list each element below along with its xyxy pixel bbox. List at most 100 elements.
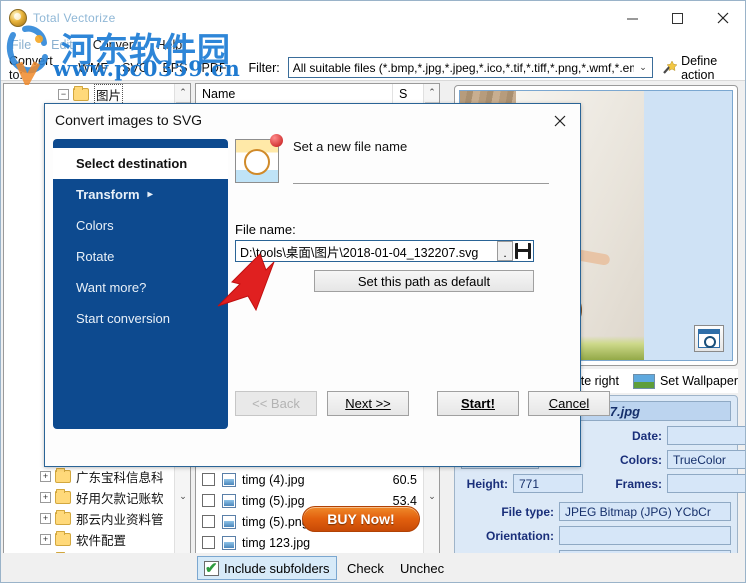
next-button[interactable]: Next >>	[327, 391, 409, 416]
format-eps-button[interactable]: EPS	[162, 61, 187, 75]
property-value-colors[interactable]: TrueColor	[667, 450, 745, 469]
convert-to-label: Convert to:	[9, 53, 53, 82]
menu-item-edit[interactable]: Edit	[41, 35, 83, 55]
sidebar-item-label: Want more?	[76, 280, 147, 295]
tree-item-0[interactable]: + 广东宝科信息科	[4, 466, 190, 487]
file-checkbox[interactable]	[202, 536, 215, 549]
include-subfolders-label: Include subfolders	[224, 560, 330, 576]
tree-root-row[interactable]: − 图片	[4, 84, 190, 105]
zoom-preview-icon[interactable]	[694, 325, 724, 352]
check-button[interactable]: Check	[341, 556, 390, 580]
uncheck-button[interactable]: Unchec	[394, 556, 450, 580]
dialog-body: Set a new file name File name: D:\tools\…	[235, 134, 610, 424]
dialog-sidebar: Select destination Transform ▸ Colors Ro…	[53, 139, 228, 429]
property-row-height: Height: 771	[461, 474, 583, 493]
file-checkbox[interactable]	[202, 515, 215, 528]
tree-item-3[interactable]: + 软件配置	[4, 529, 190, 550]
format-wmf-button[interactable]: WMF	[78, 61, 108, 75]
save-disk-icon[interactable]	[515, 243, 531, 259]
close-button[interactable]	[700, 2, 745, 34]
file-row[interactable]: timg (4).jpg 60.5	[196, 469, 424, 490]
back-button-label: << Back	[252, 396, 300, 411]
include-subfolders-toggle[interactable]: Include subfolders	[197, 556, 337, 580]
tree-item-label: 好用欠款记账软	[76, 492, 164, 506]
format-pdf-button[interactable]: PDF	[201, 61, 226, 75]
sidebar-item-colors[interactable]: Colors	[53, 210, 228, 241]
filter-label: Filter:	[248, 60, 280, 75]
property-row-date: Date:	[595, 426, 745, 445]
property-row-colors: Colors: TrueColor	[595, 450, 745, 469]
tree-expander-icon[interactable]: −	[58, 89, 69, 100]
sidebar-item-label: Rotate	[76, 249, 115, 264]
scroll-up-icon[interactable]: ⌃	[424, 84, 439, 100]
file-row[interactable]: timg 123.jpg	[196, 532, 424, 553]
minimize-button[interactable]	[610, 2, 655, 34]
property-label-file-type: File type:	[501, 504, 554, 519]
define-action-button[interactable]: Define action	[661, 54, 745, 82]
window-controls	[610, 1, 745, 35]
menu-item-file[interactable]: File	[1, 35, 41, 55]
set-path-default-button[interactable]: Set this path as default	[314, 270, 534, 292]
tree-item-1[interactable]: + 好用欠款记账软	[4, 487, 190, 508]
column-header-name[interactable]: Name	[196, 84, 393, 104]
property-label-orientation: Orientation:	[486, 528, 554, 543]
property-row-file-type: File type: JPEG Bitmap (JPG) YCbCr	[461, 502, 731, 521]
filter-combobox[interactable]: All suitable files (*.bmp,*.jpg,*.jpeg,*…	[287, 57, 654, 78]
start-button[interactable]: Start!	[437, 391, 519, 416]
file-checkbox[interactable]	[202, 473, 215, 486]
magic-wand-icon	[661, 59, 678, 76]
sidebar-item-label: Transform	[76, 187, 140, 202]
buy-now-button[interactable]: BUY Now!	[302, 506, 420, 532]
sidebar-item-transform[interactable]: Transform ▸	[53, 179, 228, 210]
property-value-height[interactable]: 771	[513, 474, 583, 493]
application-window: Total Vectorize File Edit Convert Help C…	[0, 0, 746, 583]
folder-icon	[55, 468, 71, 483]
file-name-input[interactable]: D:\tools\桌面\图片\2018-01-04_132207.svg .	[235, 240, 534, 262]
tree-expander-icon[interactable]: +	[40, 471, 51, 482]
menu-item-convert[interactable]: Convert	[83, 35, 147, 55]
browse-button[interactable]: .	[497, 241, 513, 261]
scroll-up-icon[interactable]: ⌃	[175, 84, 190, 100]
tree-expander-icon[interactable]: +	[40, 492, 51, 503]
property-value-orientation[interactable]	[559, 526, 731, 545]
tree-item-label: 那云内业资料管	[76, 513, 164, 527]
tree-expander-icon[interactable]: +	[40, 513, 51, 524]
file-checkbox[interactable]	[202, 494, 215, 507]
property-value-file-type[interactable]: JPEG Bitmap (JPG) YCbCr	[559, 502, 731, 521]
tree-item-label: 广东宝科信息科	[76, 471, 164, 485]
title-bar: Total Vectorize	[1, 1, 745, 35]
set-new-file-name-label: Set a new file name	[293, 139, 408, 154]
folder-icon	[73, 86, 89, 101]
chevron-down-icon[interactable]: ⌄	[634, 58, 652, 77]
picture-note-icon	[235, 134, 283, 183]
maximize-button[interactable]	[655, 2, 700, 34]
scroll-down-icon[interactable]: ⌄	[424, 488, 439, 504]
header-divider	[293, 183, 549, 184]
set-wallpaper-button[interactable]: Set Wallpaper	[660, 374, 738, 388]
scroll-down-icon[interactable]: ⌄	[175, 488, 190, 504]
back-button: << Back	[235, 391, 317, 416]
sidebar-item-select-destination[interactable]: Select destination	[53, 148, 228, 179]
dialog-close-icon[interactable]	[548, 110, 572, 132]
property-label-colors: Colors:	[620, 452, 662, 467]
sidebar-item-rotate[interactable]: Rotate	[53, 241, 228, 272]
checkmark-icon[interactable]	[204, 559, 219, 577]
sidebar-item-start-conversion[interactable]: Start conversion	[53, 303, 228, 334]
sidebar-item-want-more[interactable]: Want more?	[53, 272, 228, 303]
menu-item-help[interactable]: Help	[146, 35, 192, 55]
image-file-icon	[222, 493, 236, 508]
file-name-value: D:\tools\桌面\图片\2018-01-04_132207.svg	[240, 245, 479, 260]
menu-bar: File Edit Convert Help	[1, 35, 745, 55]
tree-item-2[interactable]: + 那云内业资料管	[4, 508, 190, 529]
start-button-label: Start!	[461, 396, 495, 411]
property-label-height: Height:	[466, 476, 508, 491]
tree-expander-icon[interactable]: +	[40, 534, 51, 545]
file-size: 60.5	[392, 472, 417, 487]
cancel-button[interactable]: Cancel	[528, 391, 610, 416]
property-value-frames[interactable]	[667, 474, 745, 493]
format-svg-button[interactable]: SVG	[122, 61, 148, 75]
property-value-date[interactable]	[667, 426, 745, 445]
wallpaper-icon	[632, 373, 655, 389]
folder-icon	[55, 531, 71, 546]
file-name-label: File name:	[235, 222, 296, 237]
